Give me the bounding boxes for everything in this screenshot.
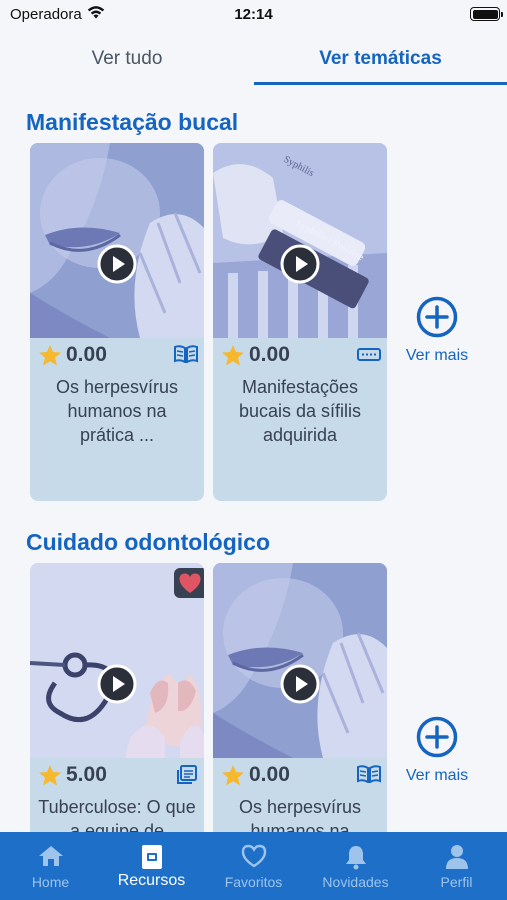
nav-favoritos[interactable]: Favoritos (202, 832, 305, 900)
see-more-button[interactable]: Ver mais (397, 296, 477, 365)
section-title-cuidado: Cuidado odontológico (26, 529, 271, 555)
play-icon[interactable] (97, 244, 137, 284)
rating-row: 0.00 (38, 342, 198, 368)
home-icon (38, 846, 63, 866)
rating-value: 0.00 (66, 343, 107, 366)
card-thumbnail (30, 563, 204, 758)
pdf-icon (177, 765, 197, 784)
nav-home-label: Home (31, 874, 70, 890)
star-icon (39, 765, 61, 786)
nav-home[interactable]: Home (0, 832, 101, 900)
resource-card[interactable]: Syphilis Syphilis : Positive 0.00 Manife… (213, 143, 387, 501)
resources-icon (141, 845, 162, 869)
see-more-button[interactable]: Ver mais (397, 716, 477, 785)
rating-row: 0.00 (221, 342, 381, 368)
heart-icon (179, 573, 201, 593)
rating-value: 5.00 (66, 763, 107, 786)
card-title: Os herpesvírus humanos na prática ... (55, 377, 179, 445)
play-icon[interactable] (280, 244, 320, 284)
nav-recursos[interactable]: Recursos (101, 832, 202, 900)
star-icon (39, 345, 61, 366)
nav-favoritos-label: Favoritos (224, 874, 283, 890)
bell-icon (345, 846, 366, 870)
section-title-manifestacao: Manifestação bucal (26, 109, 239, 135)
plus-circle-icon (416, 296, 458, 338)
rating-row: 0.00 (221, 762, 381, 788)
tab-ver-tudo[interactable]: Ver tudo (0, 34, 254, 84)
rating-value: 0.00 (249, 763, 290, 786)
plus-circle-icon (416, 716, 458, 758)
card-title: Manifestações bucais da sífilis adquirid… (238, 377, 362, 445)
star-icon (222, 345, 244, 366)
star-icon (222, 765, 244, 786)
nav-perfil-label: Perfil (440, 874, 473, 890)
heart-icon (241, 844, 266, 868)
favorite-badge[interactable] (174, 568, 204, 598)
card-thumbnail (30, 143, 204, 338)
tab-ver-tematicas[interactable]: Ver temáticas (254, 34, 507, 84)
see-more-label: Ver mais (405, 767, 469, 784)
bottom-nav: Home Recursos Favoritos Novidades Perfil (0, 832, 507, 900)
play-icon[interactable] (280, 664, 320, 704)
nav-perfil[interactable]: Perfil (406, 832, 507, 900)
ticket-icon (357, 348, 381, 361)
book-icon (174, 345, 198, 363)
book-icon (357, 765, 381, 783)
nav-novidades[interactable]: Novidades (305, 832, 406, 900)
battery-icon (470, 7, 503, 21)
rating-row: 5.00 (38, 762, 198, 788)
status-bar: Operadora 12:14 (0, 0, 507, 28)
card-thumbnail: Syphilis Syphilis : Positive (213, 143, 387, 338)
active-tab-indicator (254, 82, 507, 85)
profile-icon (445, 845, 468, 869)
nav-novidades-label: Novidades (322, 874, 389, 890)
rating-value: 0.00 (249, 343, 290, 366)
clock: 12:14 (234, 6, 273, 23)
nav-recursos-label: Recursos (117, 872, 186, 889)
resource-card[interactable]: 0.00 Os herpesvírus humanos na prática .… (30, 143, 204, 501)
see-more-label: Ver mais (405, 347, 469, 364)
tab-bar: Ver tudo Ver temáticas (0, 34, 507, 85)
card-thumbnail (213, 563, 387, 758)
play-icon[interactable] (97, 664, 137, 704)
